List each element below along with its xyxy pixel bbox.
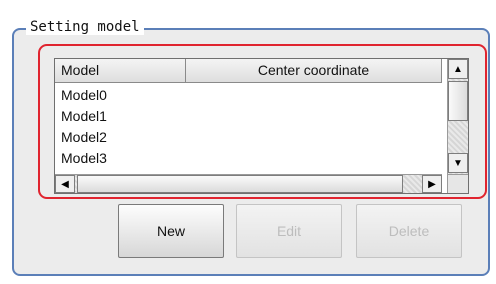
arrow-left-icon: ◀ (61, 178, 69, 190)
list-item[interactable]: Model0 (55, 85, 442, 106)
list-item[interactable]: Model2 (55, 127, 442, 148)
scroll-right-button[interactable]: ▶ (422, 175, 442, 193)
column-header-center-coordinate[interactable]: Center coordinate (186, 59, 442, 82)
vertical-scrollbar[interactable]: ▲ ▼ (447, 59, 468, 175)
horizontal-scrollbar[interactable]: ◀ ▶ (55, 174, 442, 193)
new-button[interactable]: New (118, 204, 224, 258)
group-title: Setting model (26, 19, 144, 35)
model-list[interactable]: Model Center coordinate Model0 Model1 Mo… (54, 58, 469, 194)
list-rows: Model0 Model1 Model2 Model3 (55, 85, 442, 175)
scroll-down-button[interactable]: ▼ (448, 153, 468, 173)
scroll-up-button[interactable]: ▲ (448, 59, 468, 79)
list-item[interactable]: Model1 (55, 106, 442, 127)
arrow-right-icon: ▶ (428, 178, 436, 190)
scrollbar-corner (447, 174, 468, 193)
list-header: Model Center coordinate (55, 59, 442, 83)
scroll-left-button[interactable]: ◀ (55, 175, 75, 193)
horizontal-scroll-thumb[interactable] (77, 175, 403, 193)
edit-button[interactable]: Edit (236, 204, 342, 258)
list-item[interactable]: Model3 (55, 148, 442, 169)
column-header-model[interactable]: Model (55, 59, 186, 82)
delete-button[interactable]: Delete (356, 204, 462, 258)
arrow-up-icon: ▲ (453, 63, 463, 75)
arrow-down-icon: ▼ (453, 157, 463, 169)
vertical-scroll-thumb[interactable] (448, 81, 468, 121)
